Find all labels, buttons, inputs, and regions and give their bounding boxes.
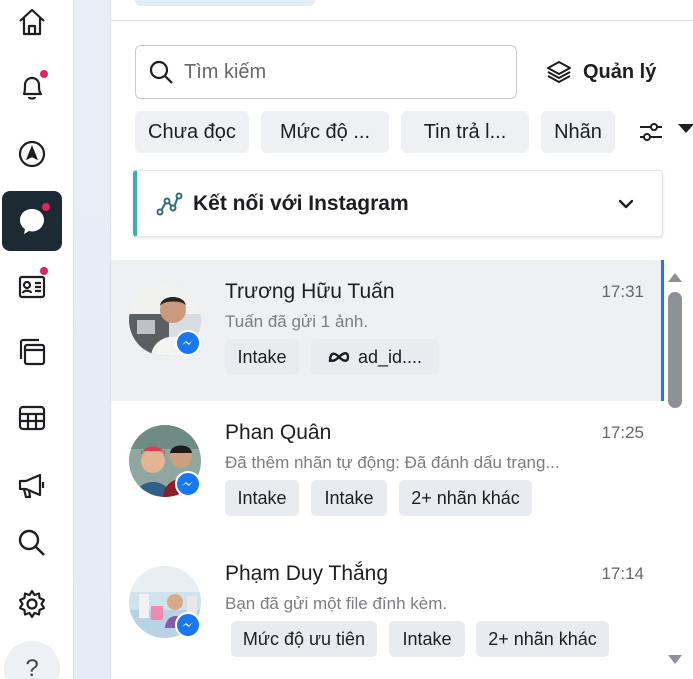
filter-label: Nhãn	[554, 120, 602, 143]
pages-icon	[19, 338, 46, 366]
filter-label: Chưa đọc	[148, 120, 236, 143]
app-root: ? Quản lý Chưa đọc Mức độ ... Tin trả l.…	[0, 0, 693, 679]
message-preview: Tuấn đã gửi 1 ảnh.	[225, 312, 369, 331]
messenger-icon	[182, 340, 193, 345]
tag-label: Intake	[402, 628, 452, 649]
nav-home[interactable]	[2, 0, 62, 52]
top-tab-stub	[135, 0, 315, 6]
instagram-connect-label: Kết nối với Instagram	[193, 191, 409, 215]
nav-pages[interactable]	[2, 322, 62, 382]
left-nav-rail: ?	[0, 0, 74, 679]
messenger-icon	[182, 622, 193, 627]
sliders-icon[interactable]	[637, 118, 665, 146]
filter-label: Mức độ ...	[279, 120, 371, 143]
search-icon	[18, 529, 45, 556]
filter-unread[interactable]: Chưa đọc	[135, 111, 249, 153]
inbox-panel: Quản lý Chưa đọc Mức độ ... Tin trả l...…	[110, 0, 693, 679]
table-icon	[18, 405, 46, 431]
tag-label: Mức độ ưu tiên	[242, 628, 366, 649]
nav-explore[interactable]	[2, 124, 62, 184]
conversation-item[interactable]: Trương Hữu Tuấn 17:31 Tuấn đã gửi 1 ảnh.…	[111, 260, 662, 401]
notification-dot	[40, 70, 48, 78]
gear-icon	[18, 589, 46, 619]
filter-replies[interactable]: Tin trả l...	[401, 111, 529, 153]
nav-inbox[interactable]	[2, 191, 62, 251]
search-icon	[149, 60, 173, 84]
filter-priority[interactable]: Mức độ ...	[261, 111, 389, 153]
help-label: ?	[25, 655, 39, 679]
compass-icon	[18, 140, 46, 168]
conversation-list: Trương Hữu Tuấn 17:31 Tuấn đã gửi 1 ảnh.…	[111, 260, 662, 679]
connect-nodes-icon	[156, 192, 183, 215]
notification-dot	[42, 203, 50, 211]
message-preview: Bạn đã gửi một file đính kèm.	[225, 594, 448, 613]
messenger-badge	[175, 471, 201, 497]
label-tag[interactable]: Intake	[225, 339, 299, 375]
scroll-down-arrow[interactable]	[668, 655, 682, 664]
contact-card-icon	[18, 275, 46, 299]
messenger-badge	[175, 330, 201, 356]
contact-name: Phạm Duy Thắng	[225, 562, 389, 585]
conversation-item[interactable]: Phạm Duy Thắng 17:14 Bạn đã gửi một file…	[111, 542, 662, 679]
tag-label: ad_id....	[357, 346, 423, 367]
tag-label: 2+ nhãn khác	[411, 487, 520, 508]
megaphone-icon	[18, 473, 45, 499]
tag-label: Intake	[324, 487, 374, 508]
divider	[111, 20, 693, 21]
conversation-item[interactable]: Phan Quân 17:25 Đã thêm nhãn tự động: Đã…	[111, 401, 662, 542]
selected-indicator	[661, 260, 664, 401]
nav-notifications[interactable]	[2, 58, 62, 118]
contact-name: Trương Hữu Tuấn	[225, 280, 395, 303]
tag-label: Intake	[237, 487, 287, 508]
layers-icon	[547, 61, 571, 83]
meta-icon	[328, 352, 350, 363]
tag-label: Intake	[237, 346, 287, 367]
label-tag[interactable]: Intake	[225, 480, 299, 516]
manage-label: Quản lý	[583, 60, 657, 83]
message-time: 17:14	[601, 564, 644, 583]
help-button[interactable]: ?	[4, 641, 60, 679]
manage-button[interactable]: Quản lý	[545, 55, 656, 89]
chevron-down-icon[interactable]	[616, 194, 636, 214]
contact-name: Phan Quân	[225, 421, 332, 444]
label-tag-more[interactable]: 2+ nhãn khác	[476, 621, 609, 657]
label-tag[interactable]: Intake	[311, 480, 387, 516]
messenger-icon	[182, 481, 193, 486]
nav-settings[interactable]	[2, 574, 62, 634]
scroll-up-arrow[interactable]	[668, 273, 682, 282]
nav-table[interactable]	[2, 388, 62, 448]
nav-ads[interactable]	[2, 455, 62, 515]
home-icon	[19, 8, 45, 36]
label-tag-more[interactable]: 2+ nhãn khác	[399, 480, 532, 516]
label-tag[interactable]: ad_id....	[311, 339, 439, 375]
filter-labels[interactable]: Nhãn	[541, 111, 615, 153]
tag-label: 2+ nhãn khác	[488, 628, 597, 649]
search-box[interactable]	[135, 45, 517, 99]
nav-search[interactable]	[2, 513, 62, 573]
panel-gap	[75, 0, 110, 679]
instagram-connect-banner[interactable]: Kết nối với Instagram	[133, 170, 663, 237]
chevron-down-icon[interactable]	[678, 124, 693, 133]
notification-dot	[40, 267, 48, 275]
search-input[interactable]	[184, 60, 484, 84]
message-preview: Đã thêm nhãn tự động: Đã đánh dấu trạng.…	[225, 453, 560, 472]
message-time: 17:25	[601, 423, 644, 442]
label-tag[interactable]: Intake	[389, 621, 465, 657]
message-time: 17:31	[601, 282, 644, 301]
nav-contacts[interactable]	[2, 257, 62, 317]
scrollbar-thumb[interactable]	[668, 292, 682, 408]
label-tag[interactable]: Mức độ ưu tiên	[231, 621, 377, 657]
filter-label: Tin trả l...	[423, 120, 507, 143]
messenger-badge	[175, 612, 201, 638]
